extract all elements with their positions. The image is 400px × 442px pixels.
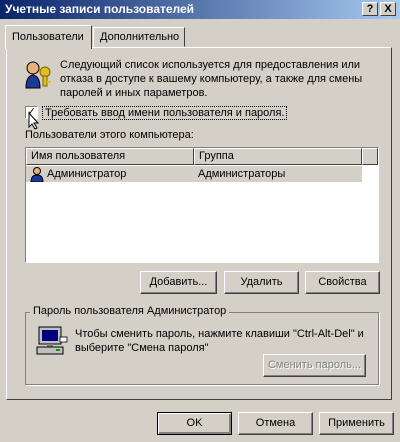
password-group-title: Пароль пользователя Администратор [30, 305, 230, 317]
remove-user-button[interactable]: Удалить [224, 271, 299, 294]
ok-button[interactable]: OK [157, 412, 232, 435]
close-button[interactable]: X [380, 2, 396, 16]
window-titlebar: Учетные записи пользователей ? X [0, 0, 400, 19]
computer-icon [36, 325, 68, 360]
password-instruction-text: Чтобы сменить пароль, нажмите клавиши "C… [75, 328, 364, 354]
column-header-username[interactable]: Имя пользователя [26, 148, 194, 165]
properties-button[interactable]: Свойства [305, 271, 380, 294]
cancel-button[interactable]: Отмена [238, 412, 313, 435]
window-title: Учетные записи пользователей [5, 2, 195, 16]
tab-advanced[interactable]: Дополнительно [93, 27, 185, 47]
users-list-label: Пользователи этого компьютера: [25, 129, 194, 141]
mouse-cursor-icon [28, 111, 40, 133]
info-text: Следующий список используется для предос… [60, 59, 363, 99]
users-list[interactable]: Имя пользователя Группа Администратор Ад… [25, 147, 379, 263]
add-user-button[interactable]: Добавить... [140, 271, 217, 294]
user-name-cell: Администратор [47, 168, 127, 180]
user-group-cell: Администраторы [198, 168, 286, 180]
require-login-label[interactable]: Требовать ввод имени пользователя и паро… [42, 106, 288, 120]
column-header-filler [362, 148, 378, 165]
table-row[interactable]: Администратор Администраторы [26, 166, 362, 183]
apply-button[interactable]: Применить [319, 412, 394, 435]
tab-users[interactable]: Пользователи [5, 25, 92, 49]
help-button[interactable]: ? [362, 2, 378, 16]
column-header-group[interactable]: Группа [194, 148, 362, 165]
users-keys-icon [22, 60, 54, 93]
user-icon [29, 166, 45, 186]
change-password-button[interactable]: Сменить пароль... [263, 354, 366, 377]
